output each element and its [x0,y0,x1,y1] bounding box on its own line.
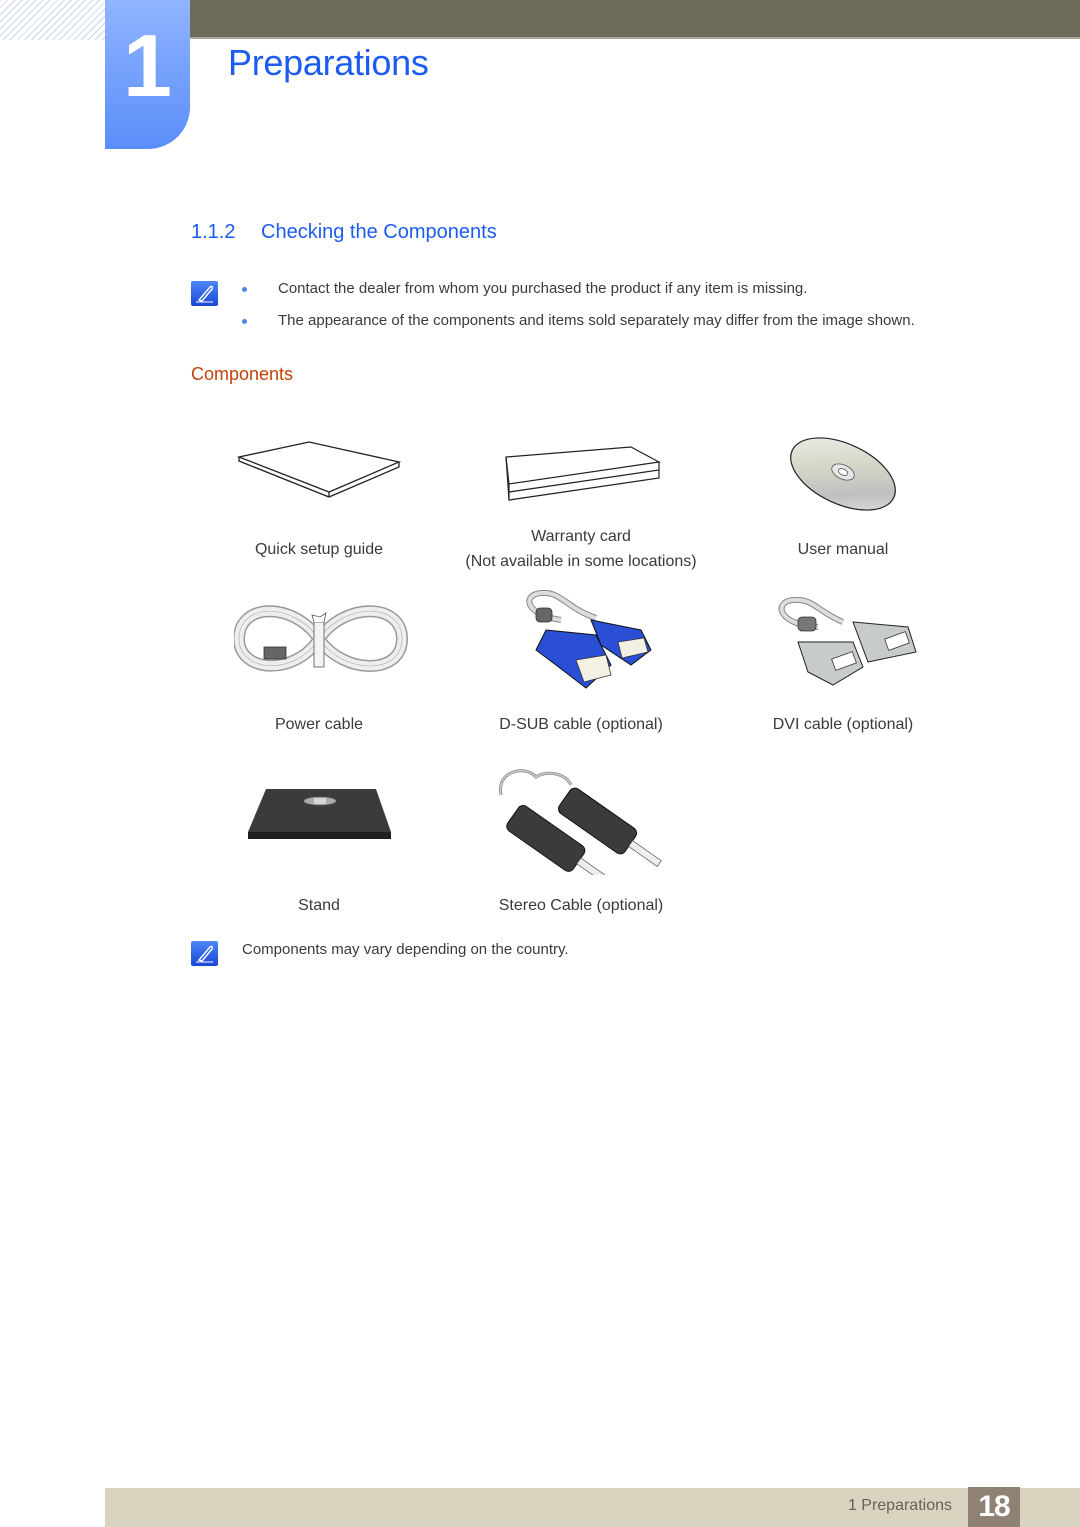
component-sublabel: (Not available in some locations) [465,553,697,570]
component-stereo-cable: Stereo Cable (optional) [451,769,711,918]
section-number: 1.1.2 [191,221,236,243]
dsub-cable-icon [526,590,652,689]
cd-icon [790,437,896,511]
footer-section-label: 1 Preparations [847,1497,952,1514]
component-user-manual: User manual [713,432,973,562]
components-heading: Components [191,364,294,384]
component-label: Quick setup guide [254,541,384,558]
component-label: DVI cable (optional) [772,716,914,733]
chapter-title: Preparations [228,42,429,83]
stand-icon [248,789,391,839]
chapter-number-tab: 1 [105,0,190,149]
dvi-cable-icon [778,597,917,686]
component-power-cable: Power cable [189,592,449,737]
note-icon [191,941,218,966]
footer-bar: 1 Preparations [105,1488,1080,1527]
page-number: 18 [968,1487,1020,1527]
component-label: Power cable [274,716,364,733]
note-icon [191,281,218,306]
section-heading: 1.1.2 Checking the Components [191,221,497,244]
component-dsub-cable: D-SUB cable (optional) [451,590,711,737]
section-title: Checking the Components [261,221,497,243]
note-item: The appearance of the components and ite… [242,310,915,342]
decorative-hatch [0,0,105,40]
component-label: Stereo Cable (optional) [498,897,664,914]
component-quick-setup-guide: Quick setup guide [189,432,449,562]
header-bar [190,0,1080,39]
component-label: D-SUB cable (optional) [499,716,663,733]
note-list: Contact the dealer from whom you purchas… [242,278,915,342]
component-label: User manual [797,541,889,558]
note-item: Contact the dealer from whom you purchas… [242,278,915,310]
component-dvi-cable: DVI cable (optional) [713,592,973,737]
component-stand: Stand [189,770,449,918]
stereo-cable-icon [499,769,662,875]
component-warranty-card: Warranty card (Not available in some loc… [451,432,711,574]
components-footnote: Components may vary depending on the cou… [242,941,569,958]
component-label: Stand [298,897,340,914]
power-cable-icon [234,605,409,672]
warranty-card-icon [505,446,661,501]
booklet-icon [236,441,402,498]
